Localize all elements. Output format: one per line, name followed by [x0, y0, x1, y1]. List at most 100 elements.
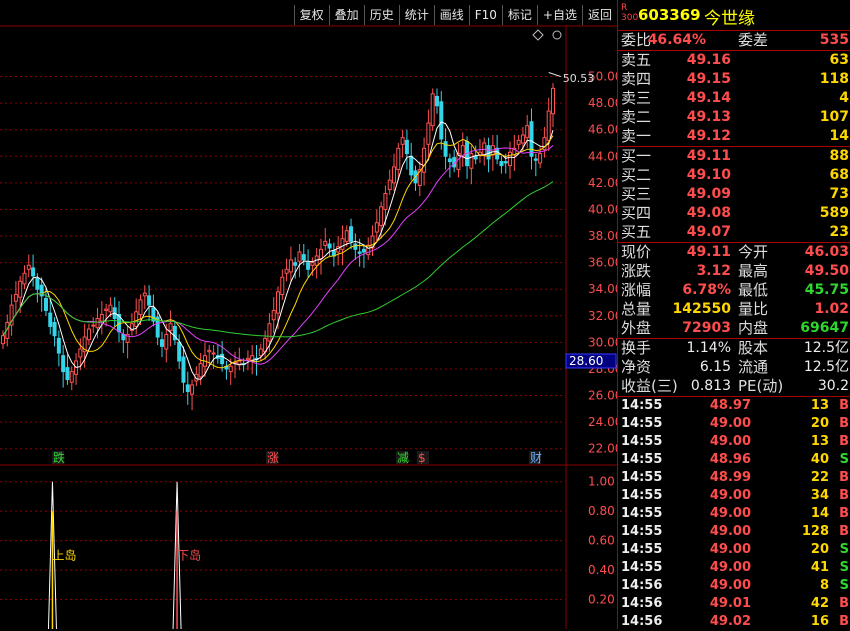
candle-body [357, 251, 362, 254]
ask-label: 卖五 [621, 51, 652, 69]
bid-label: 买五 [621, 223, 652, 241]
stat-value: 49.50 [804, 263, 849, 279]
tick-time: 14:55 [621, 542, 663, 557]
candle-body [1, 335, 5, 345]
bid-row: 买三 49.09 73 [618, 185, 850, 204]
tick-side: B [839, 488, 849, 503]
tick-row: 14:55 49.00 13 B [618, 433, 850, 451]
stock-code: 603369 [638, 6, 701, 24]
toolbar-mark-button[interactable]: 标记 [501, 5, 537, 25]
tick-volume: 41 [810, 560, 829, 575]
candle-body [383, 192, 388, 210]
tick-side: B [839, 524, 849, 539]
ask-label: 卖三 [621, 89, 652, 107]
candle-body [22, 272, 27, 285]
candle-body [121, 333, 126, 341]
candle-body [69, 371, 74, 383]
tick-time: 14:55 [621, 506, 663, 521]
tick-row: 14:55 49.00 128 B [618, 523, 850, 541]
candle-body [211, 352, 216, 355]
toolbar-draw-button[interactable]: 画线 [433, 5, 469, 25]
stat-value: 6.78% [682, 282, 731, 298]
tick-time: 14:55 [621, 488, 663, 503]
candle-body [409, 155, 414, 176]
kline-chart-area[interactable]: 22.0024.0026.0028.0030.0032.0034.0036.00… [0, 0, 617, 629]
stat-value: 69647 [800, 320, 849, 336]
tick-side: B [839, 506, 849, 521]
weicha-label: 委差 [738, 31, 769, 49]
tick-row: 14:55 49.00 41 S [618, 559, 850, 577]
tick-row: 14:55 49.00 20 S [618, 541, 850, 559]
ask-price: 49.16 [686, 52, 731, 68]
tick-price: 49.00 [709, 416, 751, 431]
stat-value: 3.12 [696, 263, 731, 279]
fundamental-row: 换手 1.14% 股本 12.5亿 [618, 339, 850, 358]
stock-name: 今世缘 [704, 9, 755, 29]
candle-body [78, 348, 83, 358]
candle-body [396, 147, 401, 171]
tick-row: 14:55 49.00 20 B [618, 415, 850, 433]
price-tick-label: 48.00 [588, 96, 617, 110]
stat-value: 49.11 [686, 244, 731, 260]
ask-row: 卖五 49.16 63 [618, 51, 850, 70]
tick-price: 49.00 [709, 488, 751, 503]
tick-price: 49.02 [709, 614, 751, 629]
tick-volume: 16 [810, 614, 829, 629]
toolbar-add-watchlist-button[interactable]: +自选 [536, 5, 582, 25]
bid-book: 买一 49.11 88 买二 49.10 68 买三 49.09 73 买四 49.08 589 买五 4… [618, 147, 850, 243]
fundamental-row: 收益(三) 0.813 PE(动) 30.2 [618, 377, 850, 396]
quote-panel: R 300 603369 今世缘 委比 46.64% 委差 535 卖五 49.1… [617, 0, 850, 629]
candle-body [301, 254, 306, 261]
diamond-icon [532, 29, 544, 41]
candle-body [400, 137, 405, 145]
weibi-row: 委比 46.64% 委差 535 [618, 31, 850, 51]
stat-label: 今开 [738, 243, 769, 261]
candle-body [207, 349, 212, 353]
candle-body [43, 298, 48, 311]
candle-body [190, 384, 195, 395]
tick-row: 14:56 49.02 16 B [618, 613, 850, 631]
tick-side: B [839, 614, 849, 629]
tick-price: 49.00 [709, 560, 751, 575]
circle-icon [552, 30, 562, 40]
bid-label: 买三 [621, 185, 652, 203]
tick-volume: 14 [810, 506, 829, 521]
ask-row: 卖二 49.13 107 [618, 108, 850, 127]
tick-price: 48.99 [709, 470, 751, 485]
tick-price: 49.00 [709, 524, 751, 539]
ask-label: 卖二 [621, 108, 652, 126]
toolbar-back-button[interactable]: 返回 [581, 5, 617, 25]
indicator-tick-label: 0.60 [588, 534, 615, 548]
candle-body [35, 278, 40, 290]
stat-value: 72903 [682, 320, 731, 336]
stat-row: 外盘 72903 内盘 69647 [618, 319, 850, 338]
candle-body [469, 153, 474, 169]
toolbar-f10-button[interactable]: F10 [468, 5, 502, 25]
toolbar-stats-button[interactable]: 统计 [398, 5, 434, 25]
toolbar-history-button[interactable]: 历史 [363, 5, 399, 25]
candle-body [473, 155, 478, 160]
tick-volume: 8 [819, 578, 829, 593]
indicator-tick-label: 0.20 [588, 593, 615, 607]
tick-time: 14:55 [621, 470, 663, 485]
kline-svg[interactable]: 22.0024.0026.0028.0030.0032.0034.0036.00… [0, 0, 617, 629]
tick-time: 14:55 [621, 524, 663, 539]
stat-value: 46.03 [804, 244, 849, 260]
chart-toolbar: 复权 叠加 历史 统计 画线 F10 标记 +自选 返回 [293, 5, 617, 25]
toolbar-fuquan-button[interactable]: 复权 [293, 5, 329, 25]
tick-volume: 42 [810, 596, 829, 611]
candle-body [168, 323, 173, 331]
tick-price: 49.00 [709, 506, 751, 521]
fundamental-value: 1.14% [686, 340, 731, 356]
event-marker: 减 [397, 451, 409, 465]
candle-body [520, 134, 525, 144]
toolbar-overlay-button[interactable]: 叠加 [328, 5, 364, 25]
tick-row: 14:56 49.00 8 S [618, 577, 850, 595]
tick-list[interactable]: 14:55 48.97 13 B 14:55 49.00 20 B 14:55 49.00 13 B 1… [618, 397, 850, 631]
candle-body [323, 240, 328, 246]
tick-price: 48.96 [709, 452, 751, 467]
candle-body [61, 355, 66, 373]
price-tick-label: 24.00 [588, 415, 617, 429]
candle-body [318, 248, 323, 260]
candle-body [499, 161, 504, 167]
